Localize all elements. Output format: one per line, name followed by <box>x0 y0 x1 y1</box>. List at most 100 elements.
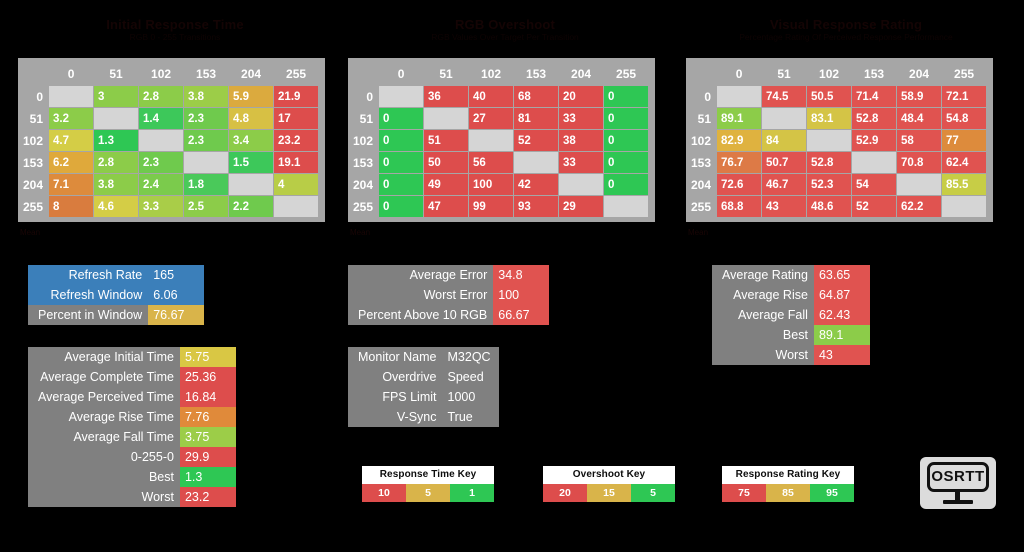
stat-label: Average Initial Time <box>28 347 180 367</box>
heatmap-table: 0 51 102 153 204 255 0 74.5 50.5 71.4 58.9 72.1 51 89… <box>690 62 987 218</box>
heatmap-body: 0 51 102 153 204 255 0 3 2.8 3.8 5.9 21.9 51 3.2 1.4 2.… <box>23 63 319 217</box>
heatmap-cell: 47 <box>424 196 469 217</box>
overshoot-key: Overshoot Key 20 15 5 <box>543 466 675 502</box>
heatmap-header-row: 0 51 102 153 204 255 <box>353 63 648 85</box>
stat-row: Average Rise Time 7.76 <box>28 407 236 427</box>
heatmap-col-header: 0 <box>735 67 743 81</box>
heatmap-cell: 50 <box>424 152 469 173</box>
stat-label: Average Perceived Time <box>28 387 180 407</box>
heatmap-cell: 54.8 <box>942 108 987 129</box>
stat-row: Average Rating 63.65 <box>712 265 870 285</box>
heatmap-cell: 82.9 <box>717 130 762 151</box>
heatmap-cell-blank <box>852 152 897 173</box>
stat-value: 66.67 <box>493 305 550 325</box>
key-swatch: 75 <box>722 484 766 502</box>
monitor-panel: Monitor Name M32QC Overdrive Speed FPS Limit… <box>348 347 499 427</box>
stat-row: V-Sync True <box>348 407 499 427</box>
heatmap-cell: 70.8 <box>897 152 942 173</box>
heatmap-cell: 3.4 <box>229 130 274 151</box>
heatmap-cell: 77 <box>942 130 987 151</box>
heatmap-cell: 4 <box>274 174 319 195</box>
heatmap-cell: 33 <box>559 108 604 129</box>
heatmap-row-header: 204 <box>691 177 712 192</box>
key-title: Response Rating Key <box>722 466 854 484</box>
heatmap-row: 51 0 27 81 33 0 <box>353 108 649 129</box>
stat-value: 16.84 <box>179 387 236 407</box>
heatmap-cell: 2.3 <box>139 152 184 173</box>
heatmap-cell-blank <box>807 130 852 151</box>
rating-panel: Average Rating 63.65 Average Rise 64.87 Aver… <box>712 265 870 365</box>
heatmap-cell: 40 <box>469 86 514 107</box>
heatmap-cell: 83.1 <box>807 108 852 129</box>
heatmap-col-header: 204 <box>241 67 262 81</box>
stat-value: 25.36 <box>179 367 236 387</box>
heatmap-cell-blank <box>49 86 94 107</box>
stat-row: Refresh Window 6.06 <box>28 285 205 305</box>
heatmap-row: 51 89.1 83.1 52.8 48.4 54.8 <box>691 108 987 129</box>
stat-value: 5.75 <box>179 347 236 367</box>
heatmap-cell: 8 <box>49 196 94 217</box>
heatmap-col-header: 0 <box>397 67 405 81</box>
heatmap-cell: 52.8 <box>807 152 852 173</box>
heatmap-table: 0 51 102 153 204 255 0 36 40 68 20 0 51 0 27 81 33 0 102 0 5… <box>352 62 649 218</box>
heatmap-row: 255 8 4.6 3.3 2.5 2.2 <box>23 196 319 217</box>
heatmap-col-header: 102 <box>151 67 172 81</box>
stat-value: 1.3 <box>179 467 236 487</box>
stat-label: Average Rise <box>712 285 814 305</box>
heatmap-cell: 93 <box>514 196 559 217</box>
heatmap-row-header: 0 <box>36 89 44 104</box>
heatmap-cell: 52.9 <box>852 130 897 151</box>
heatmap-row-header: 255 <box>691 199 712 214</box>
heatmap-row: 153 0 50 56 33 0 <box>353 152 649 173</box>
key-title: Overshoot Key <box>543 466 675 484</box>
key-swatch: 95 <box>810 484 854 502</box>
panel-visual-response-rating: Visual Response Rating Percentage Rating… <box>686 18 1006 43</box>
heatmap-cell: 74.5 <box>762 86 807 107</box>
heatmap-row: 0 74.5 50.5 71.4 58.9 72.1 <box>691 86 987 107</box>
stat-row: Average Fall 62.43 <box>712 305 870 325</box>
panel-subtitle: RGB 0 - 255 Transitions <box>129 32 221 42</box>
heatmap-caption: Mean <box>688 228 709 237</box>
stat-label: Best <box>712 325 814 345</box>
heatmap-cell-blank <box>184 152 229 173</box>
heatmap-row-header: 0 <box>366 89 374 104</box>
panel-rgb-overshoot: RGB Overshoot RGB Values Over Target Per… <box>348 18 662 43</box>
heatmap-cell: 99 <box>469 196 514 217</box>
heatmap-cell: 3.2 <box>49 108 94 129</box>
stat-label: Percent Above 10 RGB <box>348 305 494 325</box>
heatmap-cell: 100 <box>469 174 514 195</box>
heatmap-cell: 2.2 <box>229 196 274 217</box>
heatmap-row-header: 102 <box>691 133 712 148</box>
heatmap-row-header: 102 <box>23 133 44 148</box>
stat-label: Worst <box>712 345 814 365</box>
key-swatch: 1 <box>450 484 494 502</box>
stat-row: Percent Above 10 RGB 66.67 <box>348 305 550 325</box>
heatmap-cell: 62.2 <box>897 196 942 217</box>
stat-value: 1000 <box>442 387 499 407</box>
stat-row: 0-255-0 29.9 <box>28 447 236 467</box>
stat-label: Monitor Name <box>348 347 443 367</box>
heatmap-cell-blank <box>424 108 469 129</box>
monitor-icon: OSRTT <box>920 457 996 509</box>
heatmap-col-header: 204 <box>909 67 930 81</box>
stat-value: 64.87 <box>813 285 870 305</box>
heatmap-row: 255 0 47 99 93 29 <box>353 196 649 217</box>
stat-label: 0-255-0 <box>28 447 180 467</box>
heatmap-cell: 7.1 <box>49 174 94 195</box>
stat-label: Average Rise Time <box>28 407 180 427</box>
heatmap-caption: Mean <box>350 228 371 237</box>
response-time-key: Response Time Key 10 5 1 <box>362 466 494 502</box>
stat-label: Average Complete Time <box>28 367 180 387</box>
heatmap-cell-blank <box>717 86 762 107</box>
stat-value: 165 <box>148 265 205 285</box>
heatmap-row: 0 36 40 68 20 0 <box>353 86 649 107</box>
heatmap-cell: 2.8 <box>139 86 184 107</box>
heatmap-col-header: 51 <box>777 67 791 81</box>
stat-row: Best 89.1 <box>712 325 870 345</box>
heatmap-cell: 84 <box>762 130 807 151</box>
heatmap-cell-blank <box>942 196 987 217</box>
heatmap-cell: 48.4 <box>897 108 942 129</box>
heatmap-cell-blank <box>514 152 559 173</box>
heatmap-row: 153 76.7 50.7 52.8 70.8 62.4 <box>691 152 987 173</box>
stat-value: 34.8 <box>493 265 550 285</box>
